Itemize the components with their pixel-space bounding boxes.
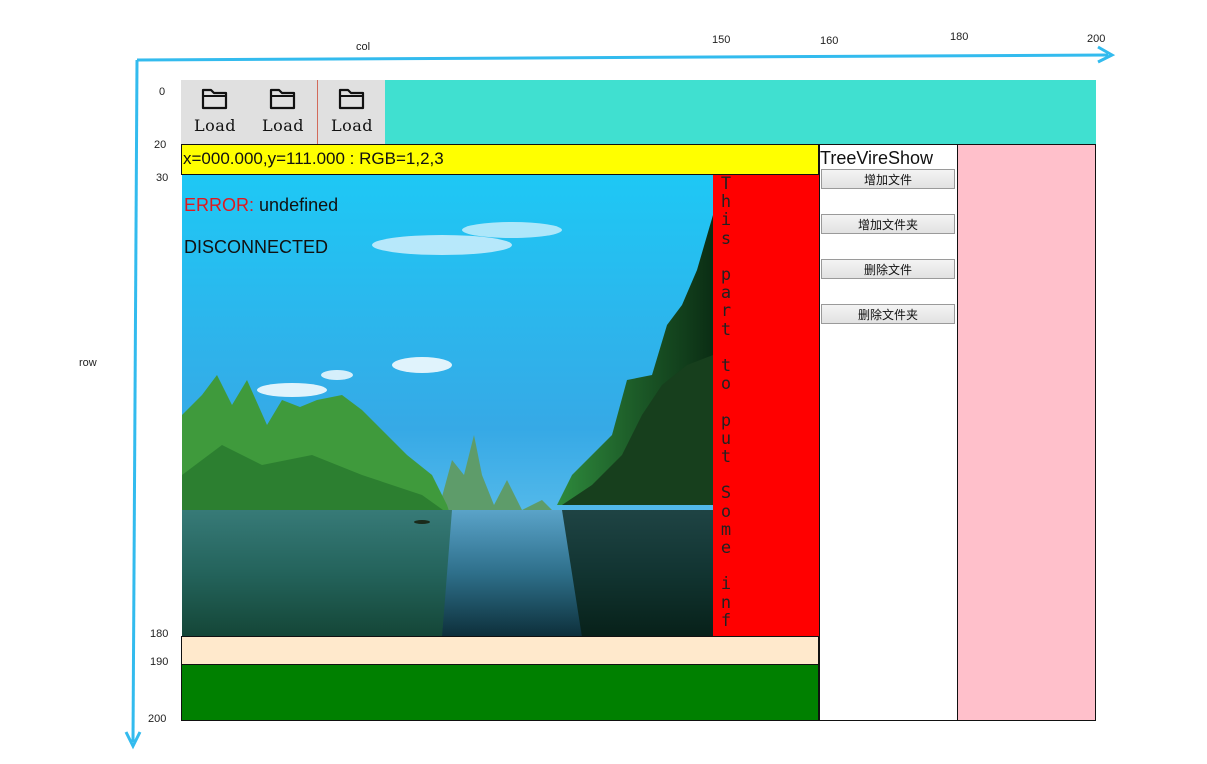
col-tick-200: 200 [1087,33,1106,45]
info-panel-char: n [720,592,732,613]
info-panel-char: t [720,319,732,340]
row-axis-label: row [79,357,97,369]
green-bar [181,664,819,721]
row-tick-30: 30 [156,172,169,184]
row-tick-20: 20 [154,139,167,151]
coords-status-text: x=000.000,y=111.000 : RGB=1,2,3 [183,149,444,168]
info-panel-char: o [720,501,732,522]
tree-panel: TreeVireShow 增加文件 增加文件夹 删除文件 删除文件夹 [819,144,958,721]
info-panel-char: p [720,265,732,286]
info-panel: This part to put Some inf [713,175,819,637]
row-axis-line [131,59,139,743]
load-button-2[interactable]: Load [249,80,317,144]
info-panel-char: u [720,428,732,449]
info-panel-char [721,393,731,411]
info-panel-char: s [720,228,732,249]
add-folder-button[interactable]: 增加文件夹 [821,214,955,234]
folder-icon [269,88,296,110]
info-panel-char [721,466,731,484]
info-panel-char: p [720,410,732,431]
info-panel-char: T [720,175,732,194]
pink-panel [957,144,1096,721]
col-axis-label: col [356,41,371,53]
info-panel-char [721,339,731,357]
error-value: undefined [259,195,339,215]
info-panel-char: f [720,610,732,631]
load-button-3[interactable]: Load [318,80,386,144]
col-tick-150: 150 [712,34,731,46]
add-file-button[interactable]: 增加文件 [821,169,955,189]
row-tick-190: 190 [150,656,169,668]
info-panel-char: S [720,483,732,504]
image-viewer[interactable]: ERROR: undefined DISCONNECTED [182,175,713,637]
info-panel-char: m [720,519,732,540]
row-tick-0: 0 [159,86,166,98]
info-panel-char [721,557,731,575]
beige-bar [181,636,819,665]
col-axis-line [136,53,1109,62]
connection-status: DISCONNECTED [184,237,329,257]
load-button-2-label: Load [261,116,305,135]
info-panel-char: a [720,283,732,304]
info-panel-char: i [720,210,732,231]
coords-status-bar: x=000.000,y=111.000 : RGB=1,2,3 [181,144,819,175]
delete-folder-button[interactable]: 删除文件夹 [821,304,955,324]
row-tick-180: 180 [150,628,169,640]
col-tick-180: 180 [950,31,969,43]
info-panel-char: t [720,447,732,468]
info-panel-char: h [720,192,732,213]
folder-icon [201,88,228,110]
folder-icon [338,88,365,110]
col-tick-160: 160 [820,35,839,47]
load-button-1[interactable]: Load [181,80,249,144]
info-panel-char: i [720,574,732,595]
toolbar: Load Load Load [181,80,1096,144]
error-label: ERROR: [184,195,255,215]
info-panel-char: o [720,374,732,395]
error-line: ERROR: undefined [184,195,338,216]
load-button-3-label: Load [330,116,374,135]
info-panel-char [721,248,731,266]
info-panel-char: t [720,356,732,377]
delete-file-button[interactable]: 删除文件 [821,259,955,279]
tree-title: TreeVireShow [820,148,934,168]
info-panel-text: This part to put Some inf [713,175,739,637]
load-button-1-label: Load [193,116,237,135]
row-tick-200: 200 [148,713,167,725]
info-panel-char: r [720,301,732,322]
info-panel-char: e [720,538,732,559]
